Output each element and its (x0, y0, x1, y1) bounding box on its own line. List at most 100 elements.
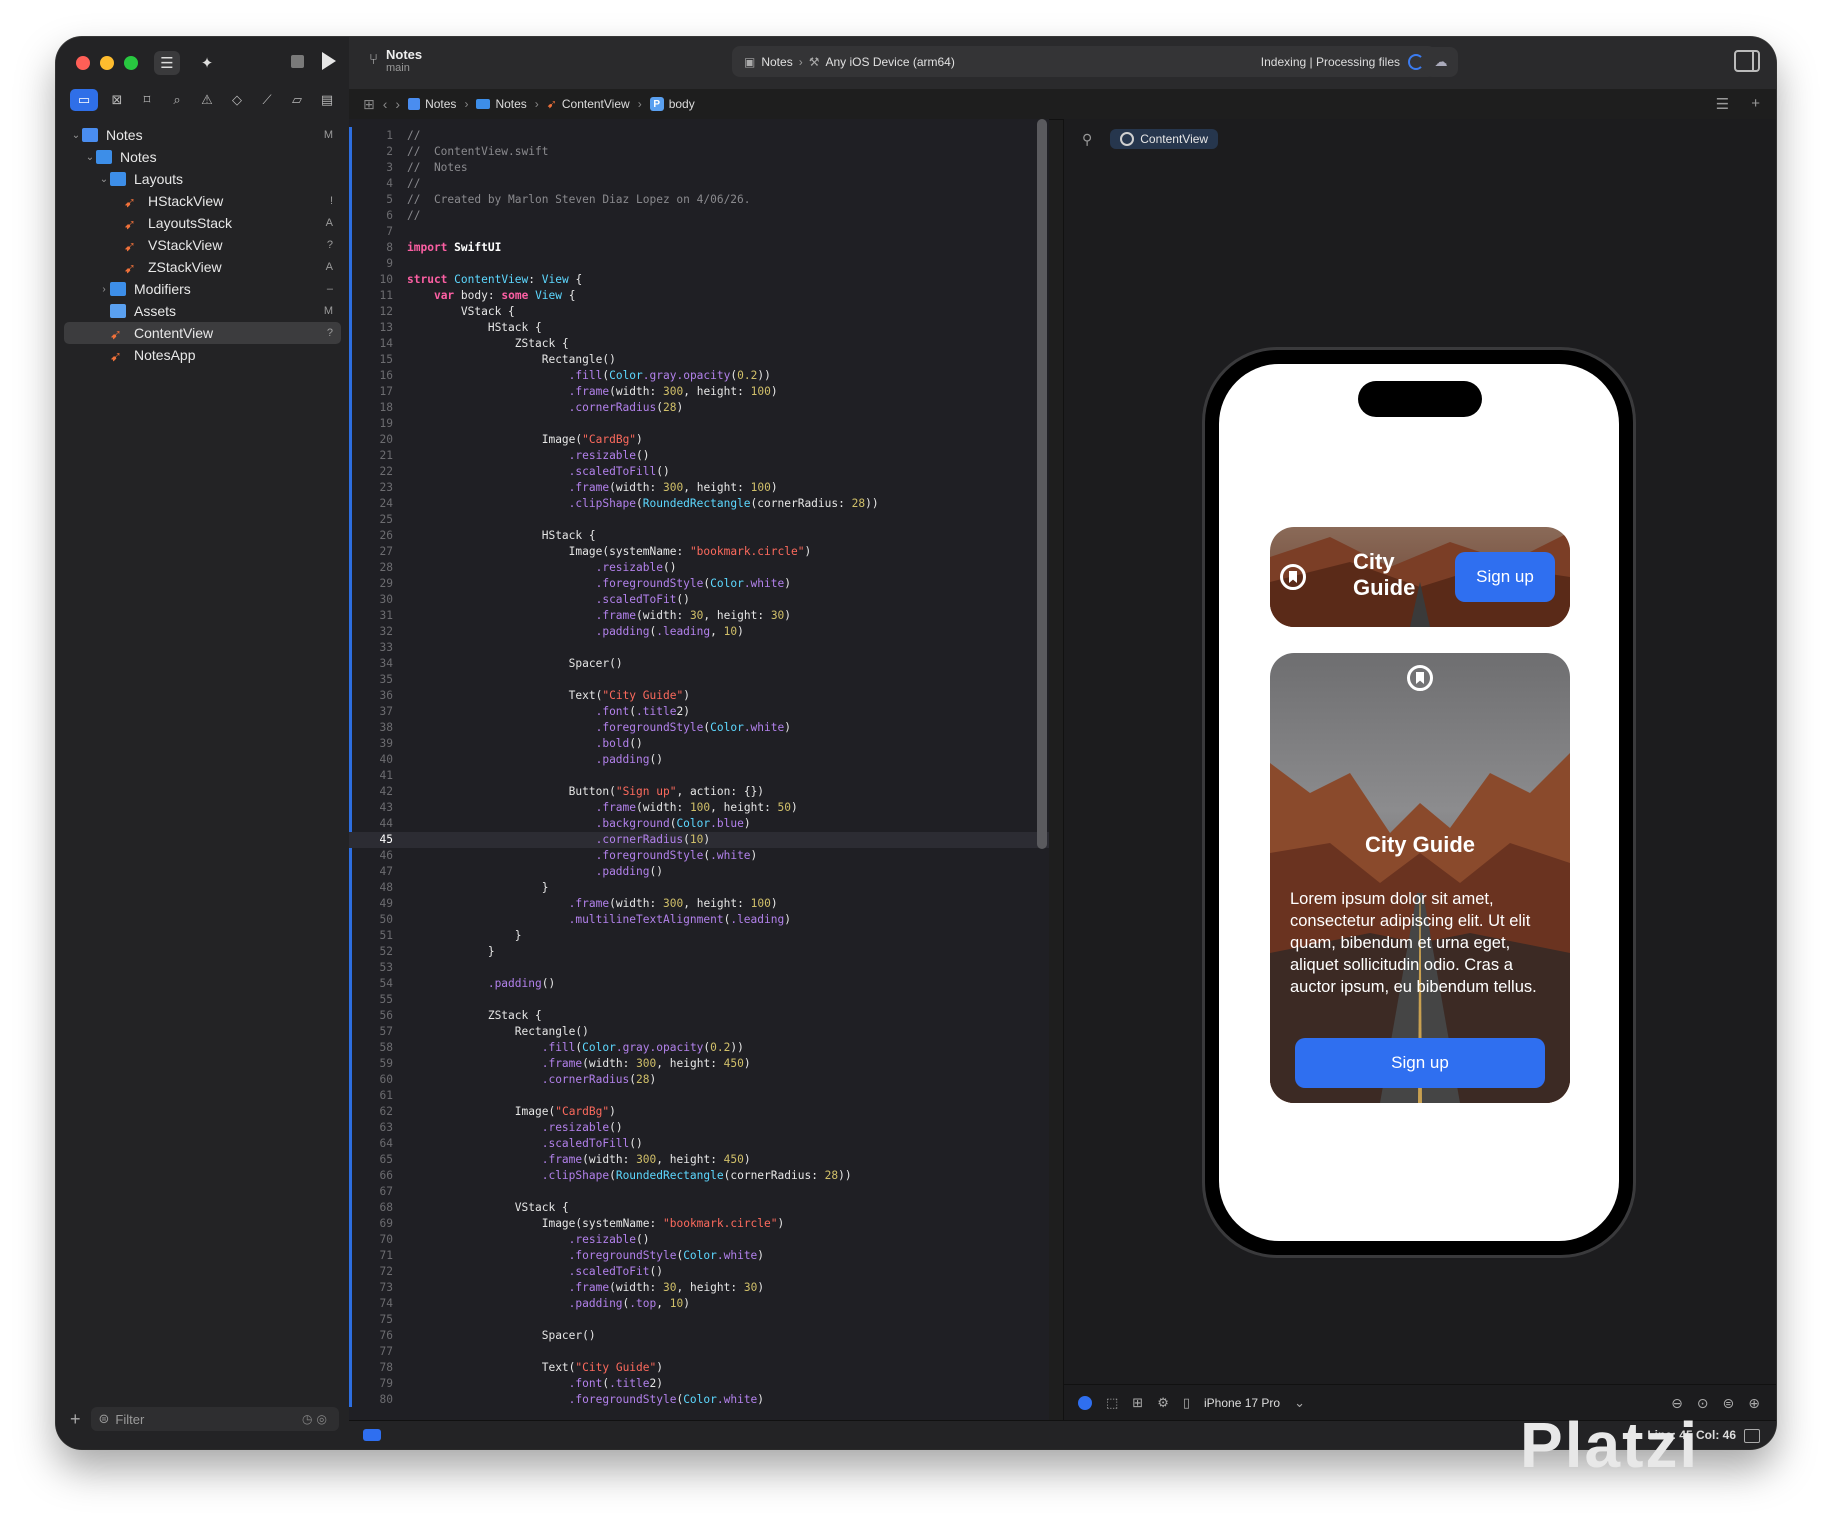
code-line[interactable]: 26 HStack { (349, 528, 1049, 544)
filter-options-icon[interactable]: ◷◎ (302, 1412, 331, 1426)
tree-item[interactable]: Assets M (56, 300, 349, 322)
chevron-down-icon[interactable]: ⌄ (70, 130, 82, 141)
code-line[interactable]: 42 Button("Sign up", action: {}) (349, 784, 1049, 800)
code-line[interactable]: 41 (349, 768, 1049, 784)
chevron-right-icon[interactable]: › (98, 284, 110, 295)
code-editor[interactable]: 1 // 2 // ContentView.swift 3 // Notes 4 // 5 // … (349, 119, 1049, 1421)
code-line[interactable]: 37 .font(.title2) (349, 704, 1049, 720)
code-line[interactable]: 51 } (349, 928, 1049, 944)
code-line[interactable]: 63 .resizable() (349, 1120, 1049, 1136)
code-line[interactable]: 4 // (349, 176, 1049, 192)
live-preview-icon[interactable] (1078, 1396, 1092, 1410)
test-icon[interactable]: ◇ (226, 89, 248, 111)
code-line[interactable]: 80 .foregroundStyle(Color.white) (349, 1392, 1049, 1408)
code-line[interactable]: 44 .background(Color.blue) (349, 816, 1049, 832)
stop-icon[interactable] (291, 54, 304, 68)
code-line[interactable]: 22 .scaledToFill() (349, 464, 1049, 480)
code-line[interactable]: 58 .fill(Color.gray.opacity(0.2)) (349, 1040, 1049, 1056)
bookmark-icon[interactable]: ⌑ (136, 89, 158, 111)
code-line[interactable]: 6 // (349, 208, 1049, 224)
code-line[interactable]: 76 Spacer() (349, 1328, 1049, 1344)
code-line[interactable]: 18 .cornerRadius(28) (349, 400, 1049, 416)
device-settings-icon[interactable]: ⚙ (1157, 1395, 1169, 1411)
code-line[interactable]: 47 .padding() (349, 864, 1049, 880)
code-line[interactable]: 15 Rectangle() (349, 352, 1049, 368)
code-line[interactable]: 23 .frame(width: 300, height: 100) (349, 480, 1049, 496)
breadcrumb-folder[interactable]: Notes (476, 97, 527, 111)
code-line[interactable]: 11 var body: some View { (349, 288, 1049, 304)
debug-area-toggle-icon[interactable] (363, 1429, 381, 1441)
tree-item[interactable]: › Modifiers – (56, 278, 349, 300)
preview-tab[interactable]: ContentView (1110, 129, 1219, 149)
code-line[interactable]: 52 } (349, 944, 1049, 960)
code-line[interactable]: 46 .foregroundStyle(.white) (349, 848, 1049, 864)
tree-item[interactable]: ➹ LayoutsStack A (56, 212, 349, 234)
report-icon[interactable]: ▤ (316, 89, 338, 111)
code-line[interactable]: 17 .frame(width: 300, height: 100) (349, 384, 1049, 400)
project-branch[interactable]: ⑂ Notes main (369, 47, 422, 74)
cloud-icon[interactable]: ☁ (1424, 47, 1458, 77)
code-line[interactable]: 43 .frame(width: 100, height: 50) (349, 800, 1049, 816)
breadcrumb-file[interactable]: ➹ ContentView (547, 97, 630, 111)
project-navigator-icon[interactable]: ▭ (70, 89, 98, 111)
code-line[interactable]: 68 VStack { (349, 1200, 1049, 1216)
code-line[interactable]: 16 .fill(Color.gray.opacity(0.2)) (349, 368, 1049, 384)
code-line[interactable]: 49 .frame(width: 300, height: 100) (349, 896, 1049, 912)
add-icon[interactable]: + (70, 1409, 81, 1430)
code-line[interactable]: 57 Rectangle() (349, 1024, 1049, 1040)
code-line[interactable]: 71 .foregroundStyle(Color.white) (349, 1248, 1049, 1264)
code-line[interactable]: 60 .cornerRadius(28) (349, 1072, 1049, 1088)
code-line[interactable]: 61 (349, 1088, 1049, 1104)
debug-icon[interactable]: ⟋ (256, 89, 278, 111)
breakpoint-icon[interactable]: ▱ (286, 89, 308, 111)
code-line[interactable]: 20 Image("CardBg") (349, 432, 1049, 448)
breadcrumb-project[interactable]: Notes (408, 97, 456, 111)
code-line[interactable]: 54 .padding() (349, 976, 1049, 992)
code-line[interactable]: 10 struct ContentView: View { (349, 272, 1049, 288)
code-line[interactable]: 70 .resizable() (349, 1232, 1049, 1248)
code-line[interactable]: 78 Text("City Guide") (349, 1360, 1049, 1376)
back-icon[interactable]: ‹ (383, 96, 388, 112)
selectable-icon[interactable]: ⬚ (1106, 1395, 1118, 1411)
source-control-icon[interactable]: ⊠ (106, 89, 128, 111)
tree-item[interactable]: ➹ NotesApp (56, 344, 349, 366)
code-line[interactable]: 29 .foregroundStyle(Color.white) (349, 576, 1049, 592)
code-line[interactable]: 73 .frame(width: 30, height: 30) (349, 1280, 1049, 1296)
code-line[interactable]: 13 HStack { (349, 320, 1049, 336)
sidebar-toggle-icon[interactable]: ☰ (154, 51, 180, 75)
code-line[interactable]: 48 } (349, 880, 1049, 896)
code-line[interactable]: 1 // (349, 128, 1049, 144)
code-line[interactable]: 19 (349, 416, 1049, 432)
code-line[interactable]: 75 (349, 1312, 1049, 1328)
editor-layout-icon[interactable]: ☰ (1716, 95, 1729, 113)
editor-scrollbar[interactable] (1037, 119, 1047, 849)
code-line[interactable]: 8 import SwiftUI (349, 240, 1049, 256)
tree-item[interactable]: ⌄ Notes (56, 146, 349, 168)
code-line[interactable]: 67 (349, 1184, 1049, 1200)
code-line[interactable]: 9 (349, 256, 1049, 272)
code-line[interactable]: 39 .bold() (349, 736, 1049, 752)
code-line[interactable]: 27 Image(systemName: "bookmark.circle") (349, 544, 1049, 560)
code-line[interactable]: 25 (349, 512, 1049, 528)
code-line[interactable]: 14 ZStack { (349, 336, 1049, 352)
variants-icon[interactable]: ⊞ (1132, 1395, 1143, 1411)
code-line[interactable]: 7 (349, 224, 1049, 240)
find-icon[interactable]: ⌕ (166, 89, 188, 111)
sign-up-button[interactable]: Sign up (1295, 1038, 1545, 1088)
zoom-in-icon[interactable]: ⊕ (1748, 1395, 1760, 1412)
inspector-toggle-icon[interactable] (1734, 50, 1760, 72)
breadcrumb-symbol[interactable]: Pbody (649, 97, 695, 111)
code-line[interactable]: 50 .multilineTextAlignment(.leading) (349, 912, 1049, 928)
code-line[interactable]: 5 // Created by Marlon Steven Diaz Lopez … (349, 192, 1049, 208)
code-line[interactable]: 32 .padding(.leading, 10) (349, 624, 1049, 640)
code-line[interactable]: 12 VStack { (349, 304, 1049, 320)
tree-item[interactable]: ⌄ Notes M (56, 124, 349, 146)
code-line[interactable]: 77 (349, 1344, 1049, 1360)
zoom-actual-icon[interactable]: ⊜ (1723, 1395, 1735, 1412)
filter-input[interactable]: ⊜ Filter ◷◎ (90, 1407, 339, 1431)
issue-icon[interactable]: ⚠ (196, 89, 218, 111)
code-line[interactable]: 3 // Notes (349, 160, 1049, 176)
code-line[interactable]: 35 (349, 672, 1049, 688)
run-destination[interactable]: Any iOS Device (arm64) (825, 55, 954, 69)
chevron-down-icon[interactable]: ⌄ (1294, 1395, 1305, 1411)
